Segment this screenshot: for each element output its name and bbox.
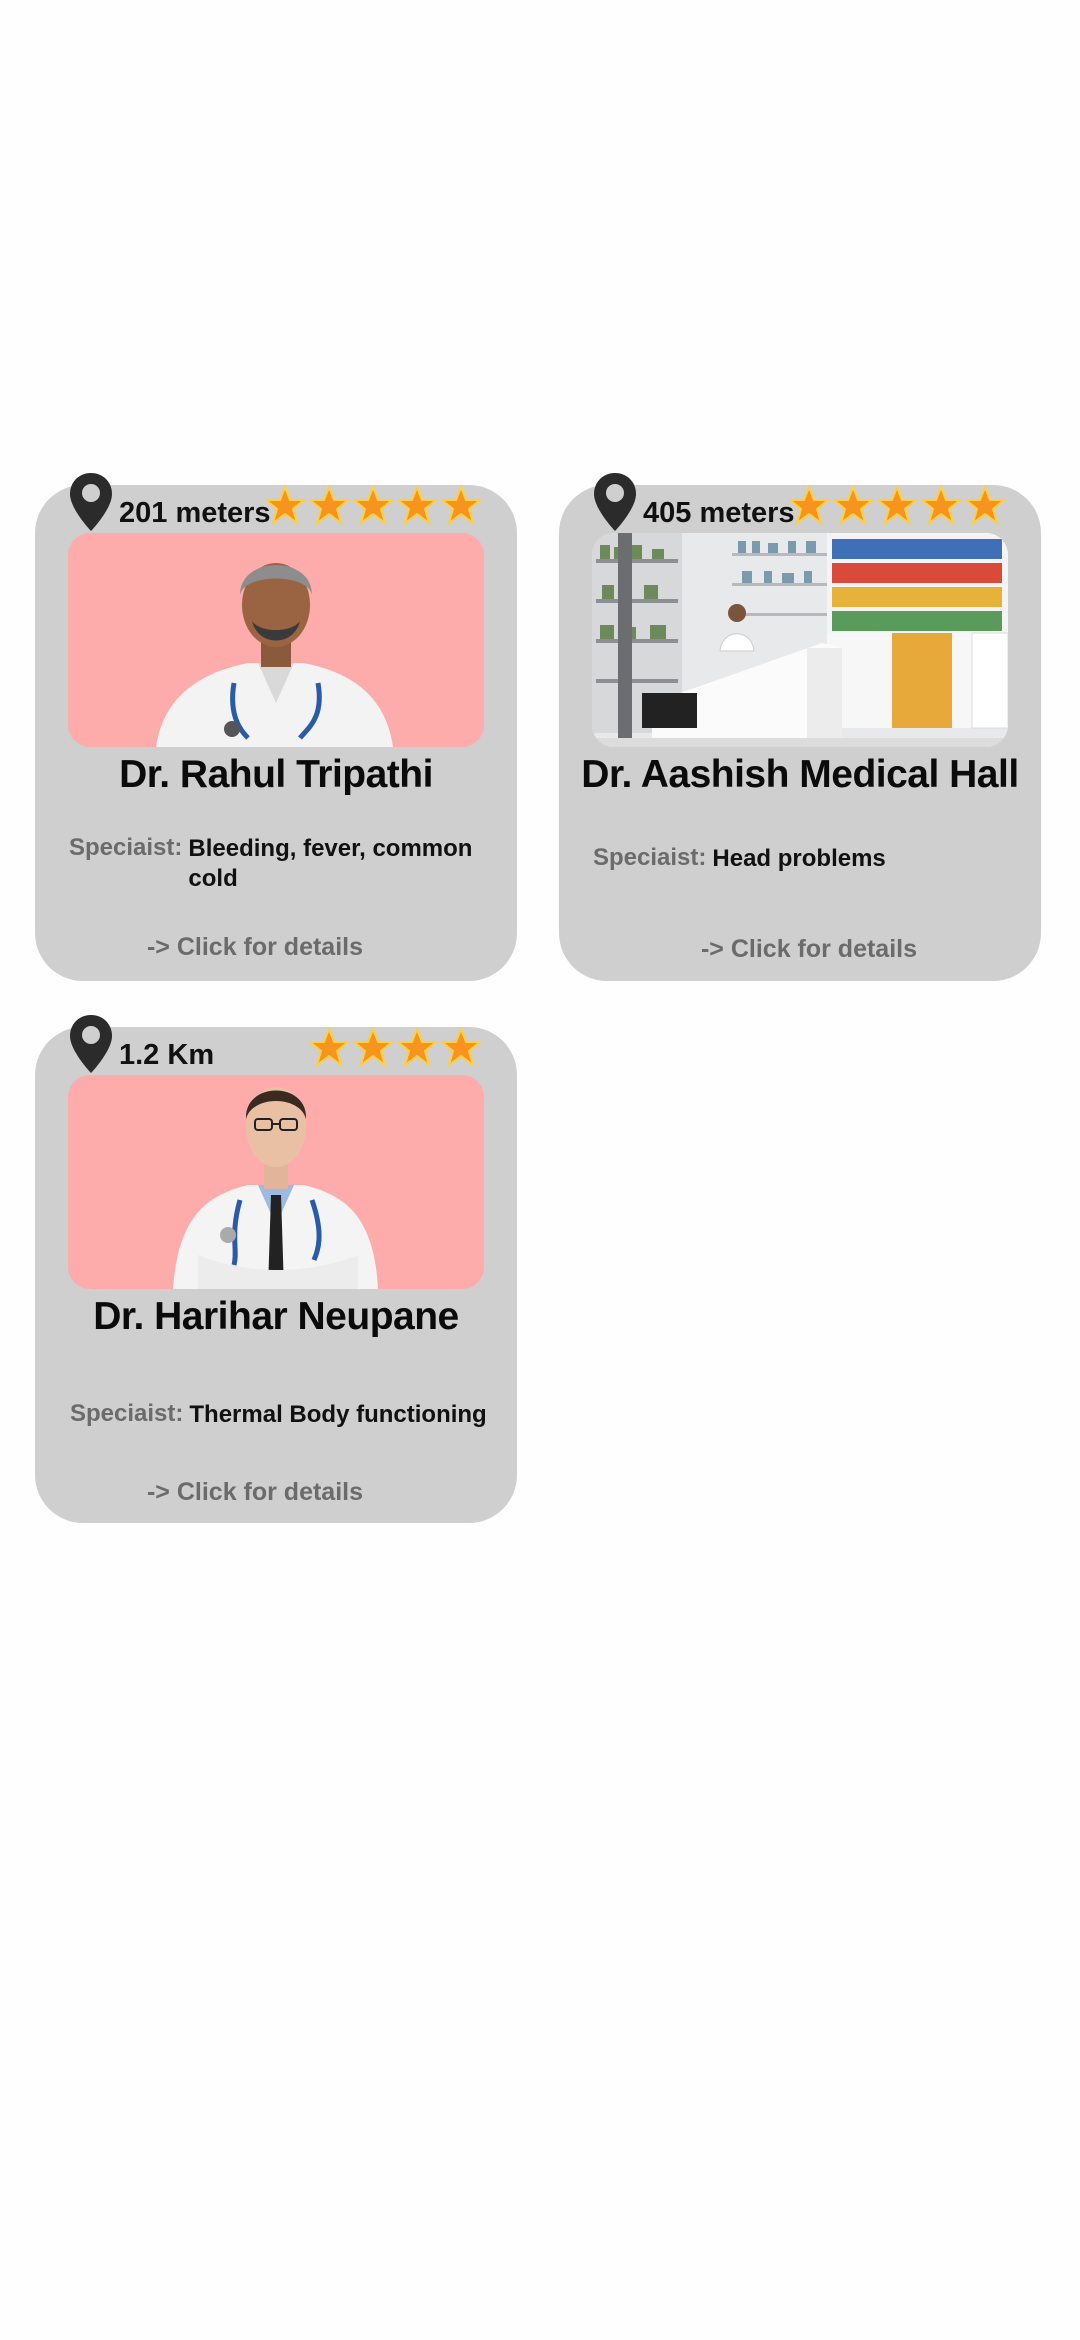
rating-stars (309, 1027, 481, 1075)
star-icon (833, 485, 873, 525)
specialist-row: Speciaist: Thermal Body functioning (70, 1400, 510, 1430)
star-icon (353, 1027, 393, 1067)
location-pin-icon (70, 473, 112, 531)
distance-label: 201 meters (119, 497, 271, 529)
click-for-details-link[interactable]: -> Click for details (35, 933, 475, 962)
specialist-label: Speciaist: (70, 1400, 184, 1427)
doctor-photo (68, 533, 484, 747)
specialist-value: Head problems (712, 845, 886, 872)
distance-label: 1.2 Km (119, 1039, 215, 1071)
doctor-name: Dr. Harihar Neupane (93, 1295, 459, 1338)
doctor-photo (68, 1075, 484, 1289)
star-icon (309, 1027, 349, 1067)
star-icon (965, 485, 1005, 525)
doctor-name: Dr. Aashish Medical Hall (581, 753, 1019, 796)
doctor-card[interactable]: 405 meters Dr. Aashish Medical Hall Spec… (559, 473, 1041, 981)
star-icon (397, 485, 437, 525)
distance-label: 405 meters (643, 497, 795, 529)
star-icon (353, 485, 393, 525)
rating-stars (265, 485, 481, 533)
click-for-details-link[interactable]: -> Click for details (589, 935, 1029, 964)
location-pin-icon (70, 1015, 112, 1073)
doctor-card[interactable]: 201 meters Dr. Rahul Tripathi Speciaist:… (35, 473, 517, 981)
specialist-row: Speciaist: Bleeding, fever, common cold (69, 834, 499, 894)
pharmacy-photo (592, 533, 1008, 747)
star-icon (441, 485, 481, 525)
specialist-value: Bleeding, fever, common cold (188, 835, 473, 892)
star-icon (397, 1027, 437, 1067)
star-icon (265, 485, 305, 525)
specialist-label: Speciaist: (593, 844, 707, 871)
specialist-label: Speciaist: (69, 834, 183, 861)
specialist-value: Thermal Body functioning (189, 1401, 487, 1428)
star-icon (921, 485, 961, 525)
click-for-details-link[interactable]: -> Click for details (35, 1478, 475, 1507)
star-icon (441, 1027, 481, 1067)
star-icon (789, 485, 829, 525)
doctor-card[interactable]: 1.2 Km Dr. Harihar Neupane Speciaist: Th… (35, 1015, 517, 1523)
doctor-name: Dr. Rahul Tripathi (119, 753, 433, 796)
star-icon (877, 485, 917, 525)
location-pin-icon (594, 473, 636, 531)
specialist-row: Speciaist: Head problems (593, 844, 1023, 874)
star-icon (309, 485, 349, 525)
rating-stars (789, 485, 1005, 533)
